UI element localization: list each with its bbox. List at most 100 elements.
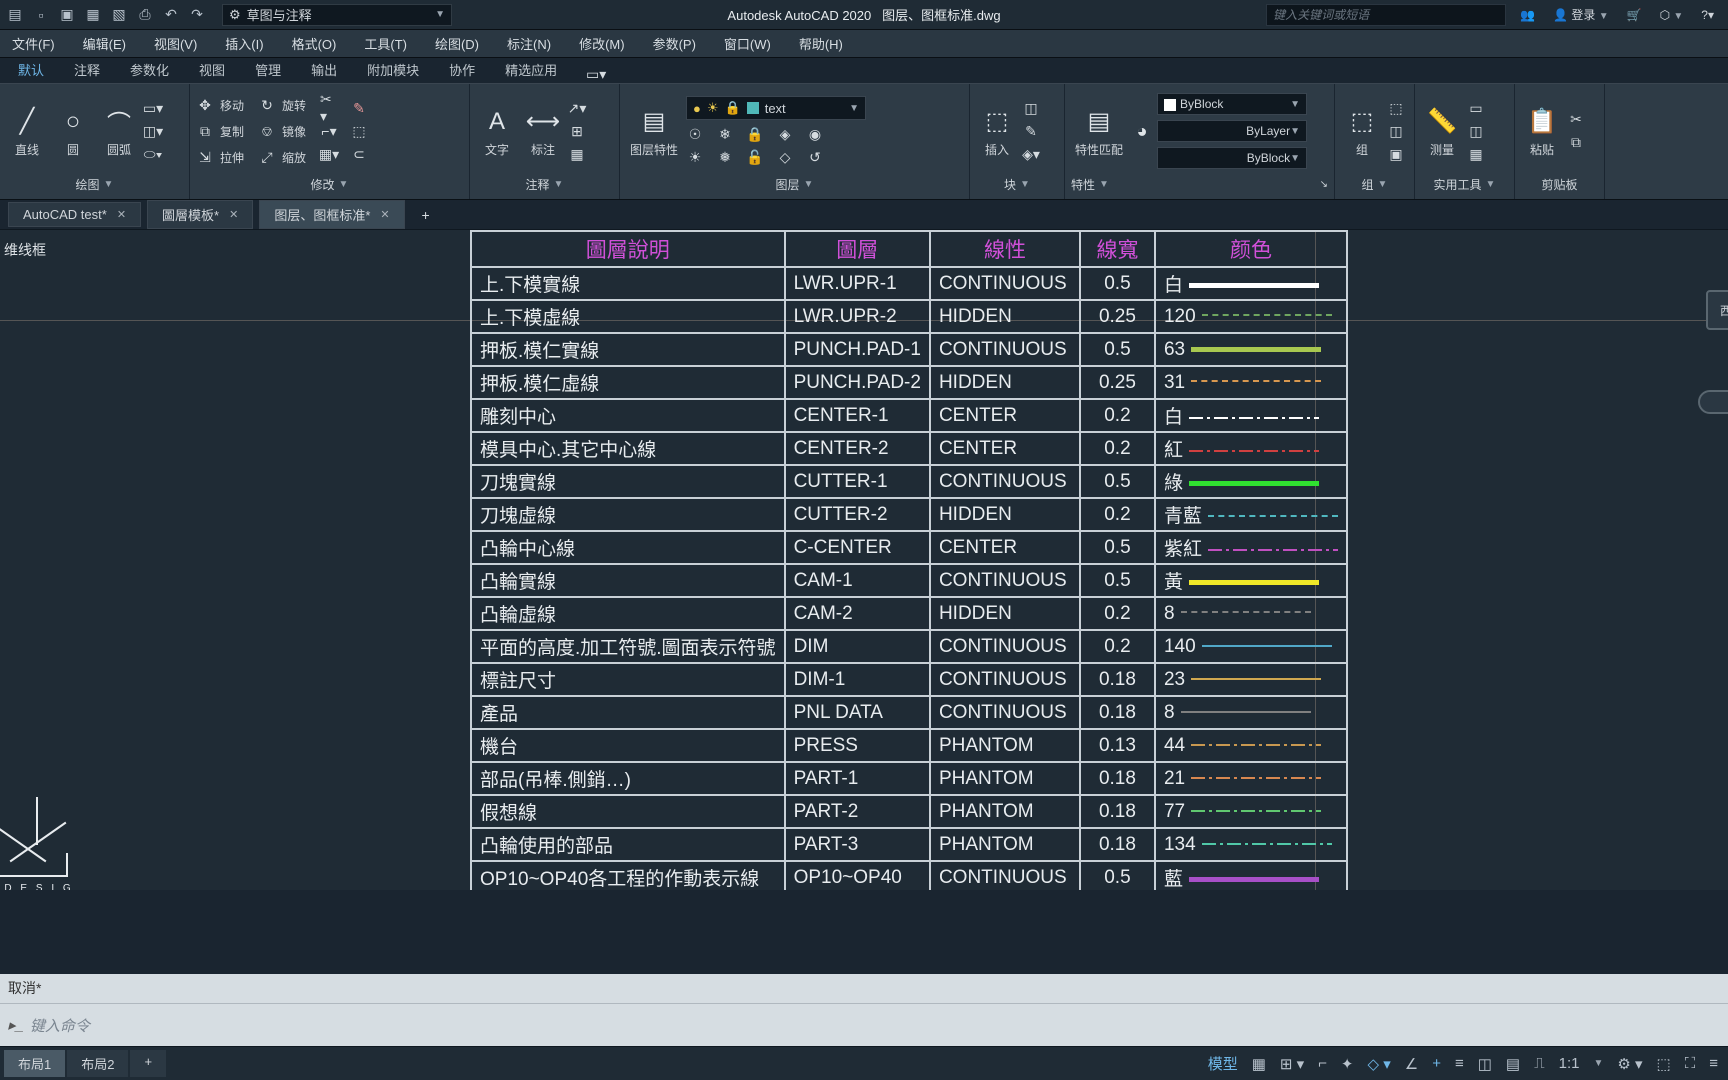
edit-block-icon[interactable]: ✎ bbox=[1022, 122, 1040, 140]
redo-icon[interactable]: ↷ bbox=[188, 6, 206, 24]
menu-item[interactable]: 窗口(W) bbox=[724, 34, 771, 53]
iso-icon[interactable]: ⬚ bbox=[1657, 1055, 1671, 1073]
dimension-button[interactable]: ⟷标注 bbox=[522, 103, 564, 160]
drawing-canvas[interactable]: 维线框 西 · D E S I G N 圖層說明圖層線性線寬颜色 上.下模實線L… bbox=[0, 230, 1728, 890]
move-button[interactable]: ✥移动 bbox=[196, 96, 244, 114]
matchprop-button[interactable]: ▤特性匹配 bbox=[1071, 103, 1127, 160]
grid2-icon[interactable]: ⊞ ▾ bbox=[1280, 1055, 1304, 1073]
document-tab[interactable]: 图层、图框标准*✕ bbox=[259, 200, 404, 229]
lineweight-dropdown[interactable]: ByBlock▼ bbox=[1157, 147, 1307, 169]
leader-icon[interactable]: ↗▾ bbox=[568, 99, 586, 117]
group-edit-icon[interactable]: ◫ bbox=[1387, 122, 1405, 140]
sc-icon[interactable]: ⎍ bbox=[1534, 1055, 1545, 1072]
menu-item[interactable]: 修改(M) bbox=[579, 34, 625, 53]
qselect-icon[interactable]: ◫ bbox=[1467, 122, 1485, 140]
close-icon[interactable]: ✕ bbox=[117, 208, 126, 221]
open-icon[interactable]: ▣ bbox=[58, 6, 76, 24]
layout-tab[interactable]: 布局2 bbox=[67, 1050, 128, 1077]
layer-freeze-icon[interactable]: ❄ bbox=[716, 125, 734, 143]
new-tab-button[interactable]: + bbox=[417, 206, 435, 224]
group-bbox-icon[interactable]: ▣ bbox=[1387, 145, 1405, 163]
menu-item[interactable]: 帮助(H) bbox=[799, 34, 843, 53]
layer-iso-icon[interactable]: ◈ bbox=[776, 125, 794, 143]
plot-icon[interactable]: ⎙ bbox=[136, 6, 154, 24]
layer-lock-icon[interactable]: 🔒 bbox=[746, 125, 764, 143]
ribbon-tab[interactable]: 注释 bbox=[60, 56, 114, 83]
linetype-dropdown[interactable]: ByLayer▼ bbox=[1157, 120, 1307, 142]
search-input[interactable]: 键入关键词或短语 bbox=[1266, 4, 1506, 26]
save-icon[interactable]: ▦ bbox=[84, 6, 102, 24]
layer-thaw-icon[interactable]: ❅ bbox=[716, 148, 734, 166]
layer-uniso-icon[interactable]: ◇ bbox=[776, 148, 794, 166]
document-tab[interactable]: 圖層模板*✕ bbox=[147, 200, 253, 229]
menu-item[interactable]: 格式(O) bbox=[292, 34, 337, 53]
paste-button[interactable]: 📋粘贴 bbox=[1521, 103, 1563, 160]
rotate-button[interactable]: ↻旋转 bbox=[258, 96, 306, 114]
copy-button[interactable]: ⧉复制 bbox=[196, 122, 244, 140]
insert-button[interactable]: ⬚插入 bbox=[976, 103, 1018, 160]
help-icon[interactable]: ?▾ bbox=[1701, 8, 1714, 22]
ungroup-icon[interactable]: ⬚ bbox=[1387, 99, 1405, 117]
layer-match-icon[interactable]: ◉ bbox=[806, 125, 824, 143]
calc-icon[interactable]: ▦ bbox=[1467, 145, 1485, 163]
ratio-label[interactable]: 1:1 bbox=[1559, 1055, 1580, 1072]
measure-button[interactable]: 📏测量 bbox=[1421, 103, 1463, 160]
table2-icon[interactable]: ▦ bbox=[568, 145, 586, 163]
rect-icon[interactable]: ▭▾ bbox=[144, 99, 162, 117]
ribbon-tab[interactable]: 参数化 bbox=[116, 56, 183, 83]
ribbon-tab[interactable]: 输出 bbox=[297, 56, 351, 83]
otrack-icon[interactable]: ∠ bbox=[1405, 1055, 1418, 1073]
viewcube[interactable]: 西 bbox=[1706, 290, 1728, 330]
ellipse-icon[interactable]: ⬭▾ bbox=[144, 145, 162, 163]
layout-tab[interactable]: 布局1 bbox=[4, 1050, 65, 1077]
polar-icon[interactable]: ✦ bbox=[1341, 1055, 1354, 1073]
select-icon[interactable]: ▭ bbox=[1467, 99, 1485, 117]
gear-status-icon[interactable]: ⚙ ▾ bbox=[1617, 1055, 1642, 1073]
menu-item[interactable]: 文件(F) bbox=[12, 34, 55, 53]
copy-clip-icon[interactable]: ⧉ bbox=[1567, 134, 1585, 152]
fullscreen-icon[interactable]: ⛶ bbox=[1685, 1055, 1696, 1072]
ribbon-tab[interactable]: 协作 bbox=[435, 56, 489, 83]
grid-icon[interactable]: ▦ bbox=[1252, 1055, 1266, 1073]
exchange-icon[interactable]: 🛒 bbox=[1627, 8, 1642, 22]
text-button[interactable]: A文字 bbox=[476, 103, 518, 160]
dyn-icon[interactable]: + bbox=[1432, 1055, 1441, 1072]
circle-button[interactable]: ○圆 bbox=[52, 103, 94, 160]
menu-item[interactable]: 插入(I) bbox=[225, 34, 263, 53]
attr-icon[interactable]: ◈▾ bbox=[1022, 145, 1040, 163]
menu-item[interactable]: 参数(P) bbox=[653, 34, 696, 53]
workspace-dropdown[interactable]: ⚙草图与注释 ▼ bbox=[222, 4, 452, 26]
qp-icon[interactable]: ▤ bbox=[1506, 1055, 1520, 1073]
mirror-button[interactable]: ⎊镜像 bbox=[258, 122, 306, 140]
tpy-icon[interactable]: ◫ bbox=[1478, 1055, 1492, 1073]
group-button[interactable]: ⬚组 bbox=[1341, 103, 1383, 160]
menu-item[interactable]: 视图(V) bbox=[154, 34, 197, 53]
menu-item[interactable]: 绘图(D) bbox=[435, 34, 479, 53]
close-icon[interactable]: ✕ bbox=[229, 208, 238, 221]
saveas-icon[interactable]: ▧ bbox=[110, 6, 128, 24]
ribbon-tab[interactable]: 管理 bbox=[241, 56, 295, 83]
hatch-icon[interactable]: ◫▾ bbox=[144, 122, 162, 140]
ribbon-extra-icon[interactable]: ▭▾ bbox=[587, 65, 605, 83]
document-tab[interactable]: AutoCAD test*✕ bbox=[8, 202, 141, 227]
ribbon-tab[interactable]: 附加模块 bbox=[353, 56, 433, 83]
erase-icon[interactable]: ✎ bbox=[350, 99, 368, 117]
infocenter-icon[interactable]: 👥 bbox=[1520, 8, 1535, 22]
layer-dropdown[interactable]: ● ☀ 🔒 text ▼ bbox=[686, 96, 866, 120]
color-dropdown[interactable]: ByBlock▼ bbox=[1157, 93, 1307, 115]
explode-icon[interactable]: ⬚ bbox=[350, 122, 368, 140]
layer-prev-icon[interactable]: ↺ bbox=[806, 148, 824, 166]
layer-unlock-icon[interactable]: 🔓 bbox=[746, 148, 764, 166]
arc-button[interactable]: ⌒圆弧 bbox=[98, 103, 140, 160]
cut-icon[interactable]: ✂ bbox=[1567, 111, 1585, 129]
add-layout-button[interactable]: + bbox=[130, 1050, 166, 1077]
create-block-icon[interactable]: ◫ bbox=[1022, 99, 1040, 117]
fillet-icon[interactable]: ⌐▾ bbox=[320, 122, 338, 140]
ribbon-tab[interactable]: 视图 bbox=[185, 56, 239, 83]
ribbon-tab[interactable]: 精选应用 bbox=[491, 56, 571, 83]
close-icon[interactable]: ✕ bbox=[380, 208, 389, 221]
signin-button[interactable]: 👤 登录 ▼ bbox=[1553, 6, 1609, 23]
lwt-icon[interactable]: ≡ bbox=[1455, 1055, 1464, 1072]
undo-icon[interactable]: ↶ bbox=[162, 6, 180, 24]
trim-icon[interactable]: ✂▾ bbox=[320, 99, 338, 117]
